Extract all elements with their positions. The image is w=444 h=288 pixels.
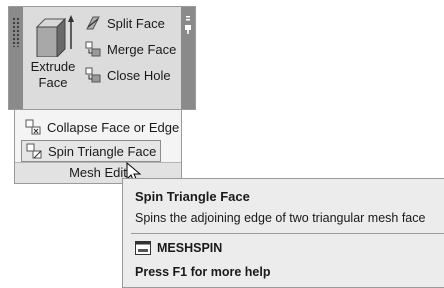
merge-face-icon <box>85 41 101 57</box>
command-name: MESHSPIN <box>157 241 223 255</box>
tooltip-help: Press F1 for more help <box>135 265 271 279</box>
spin-triangle-icon <box>26 143 42 159</box>
collapse-face-icon <box>25 119 41 135</box>
merge-face-button[interactable]: Merge Face <box>85 39 176 59</box>
mesh-edit-panel: Extrude Face Split Face Merge Face Close… <box>8 6 196 110</box>
extrude-face-button[interactable]: Extrude Face <box>27 13 79 103</box>
collapse-face-or-edge-item[interactable]: Collapse Face or Edge <box>21 116 183 138</box>
tooltip: Spin Triangle Face Spins the adjoining e… <box>122 178 444 288</box>
panel-grip-right[interactable] <box>181 7 195 109</box>
tooltip-command: MESHSPIN <box>135 241 222 255</box>
split-face-button[interactable]: Split Face <box>85 13 165 33</box>
spin-triangle-label: Spin Triangle Face <box>48 143 157 159</box>
tooltip-divider <box>131 233 444 234</box>
tooltip-description: Spins the adjoining edge of two triangul… <box>135 211 426 225</box>
split-face-label: Split Face <box>107 15 165 31</box>
collapse-face-label: Collapse Face or Edge <box>47 119 180 135</box>
tooltip-title: Spin Triangle Face <box>135 189 250 204</box>
merge-face-label: Merge Face <box>107 41 177 57</box>
close-hole-label: Close Hole <box>107 67 171 83</box>
split-face-icon <box>86 16 100 30</box>
panel-grip-left[interactable] <box>9 7 23 109</box>
command-icon <box>135 241 151 255</box>
panel-expanded-area: Collapse Face or Edge Spin Triangle Face… <box>14 110 182 184</box>
extrude-face-label: Extrude Face <box>30 59 76 90</box>
close-hole-icon <box>85 67 101 83</box>
pin-icon[interactable] <box>184 15 192 37</box>
close-hole-button[interactable]: Close Hole <box>85 65 171 85</box>
extrude-face-icon <box>35 15 74 57</box>
spin-triangle-face-item[interactable]: Spin Triangle Face <box>21 140 162 162</box>
grip-dots-icon <box>12 17 20 47</box>
